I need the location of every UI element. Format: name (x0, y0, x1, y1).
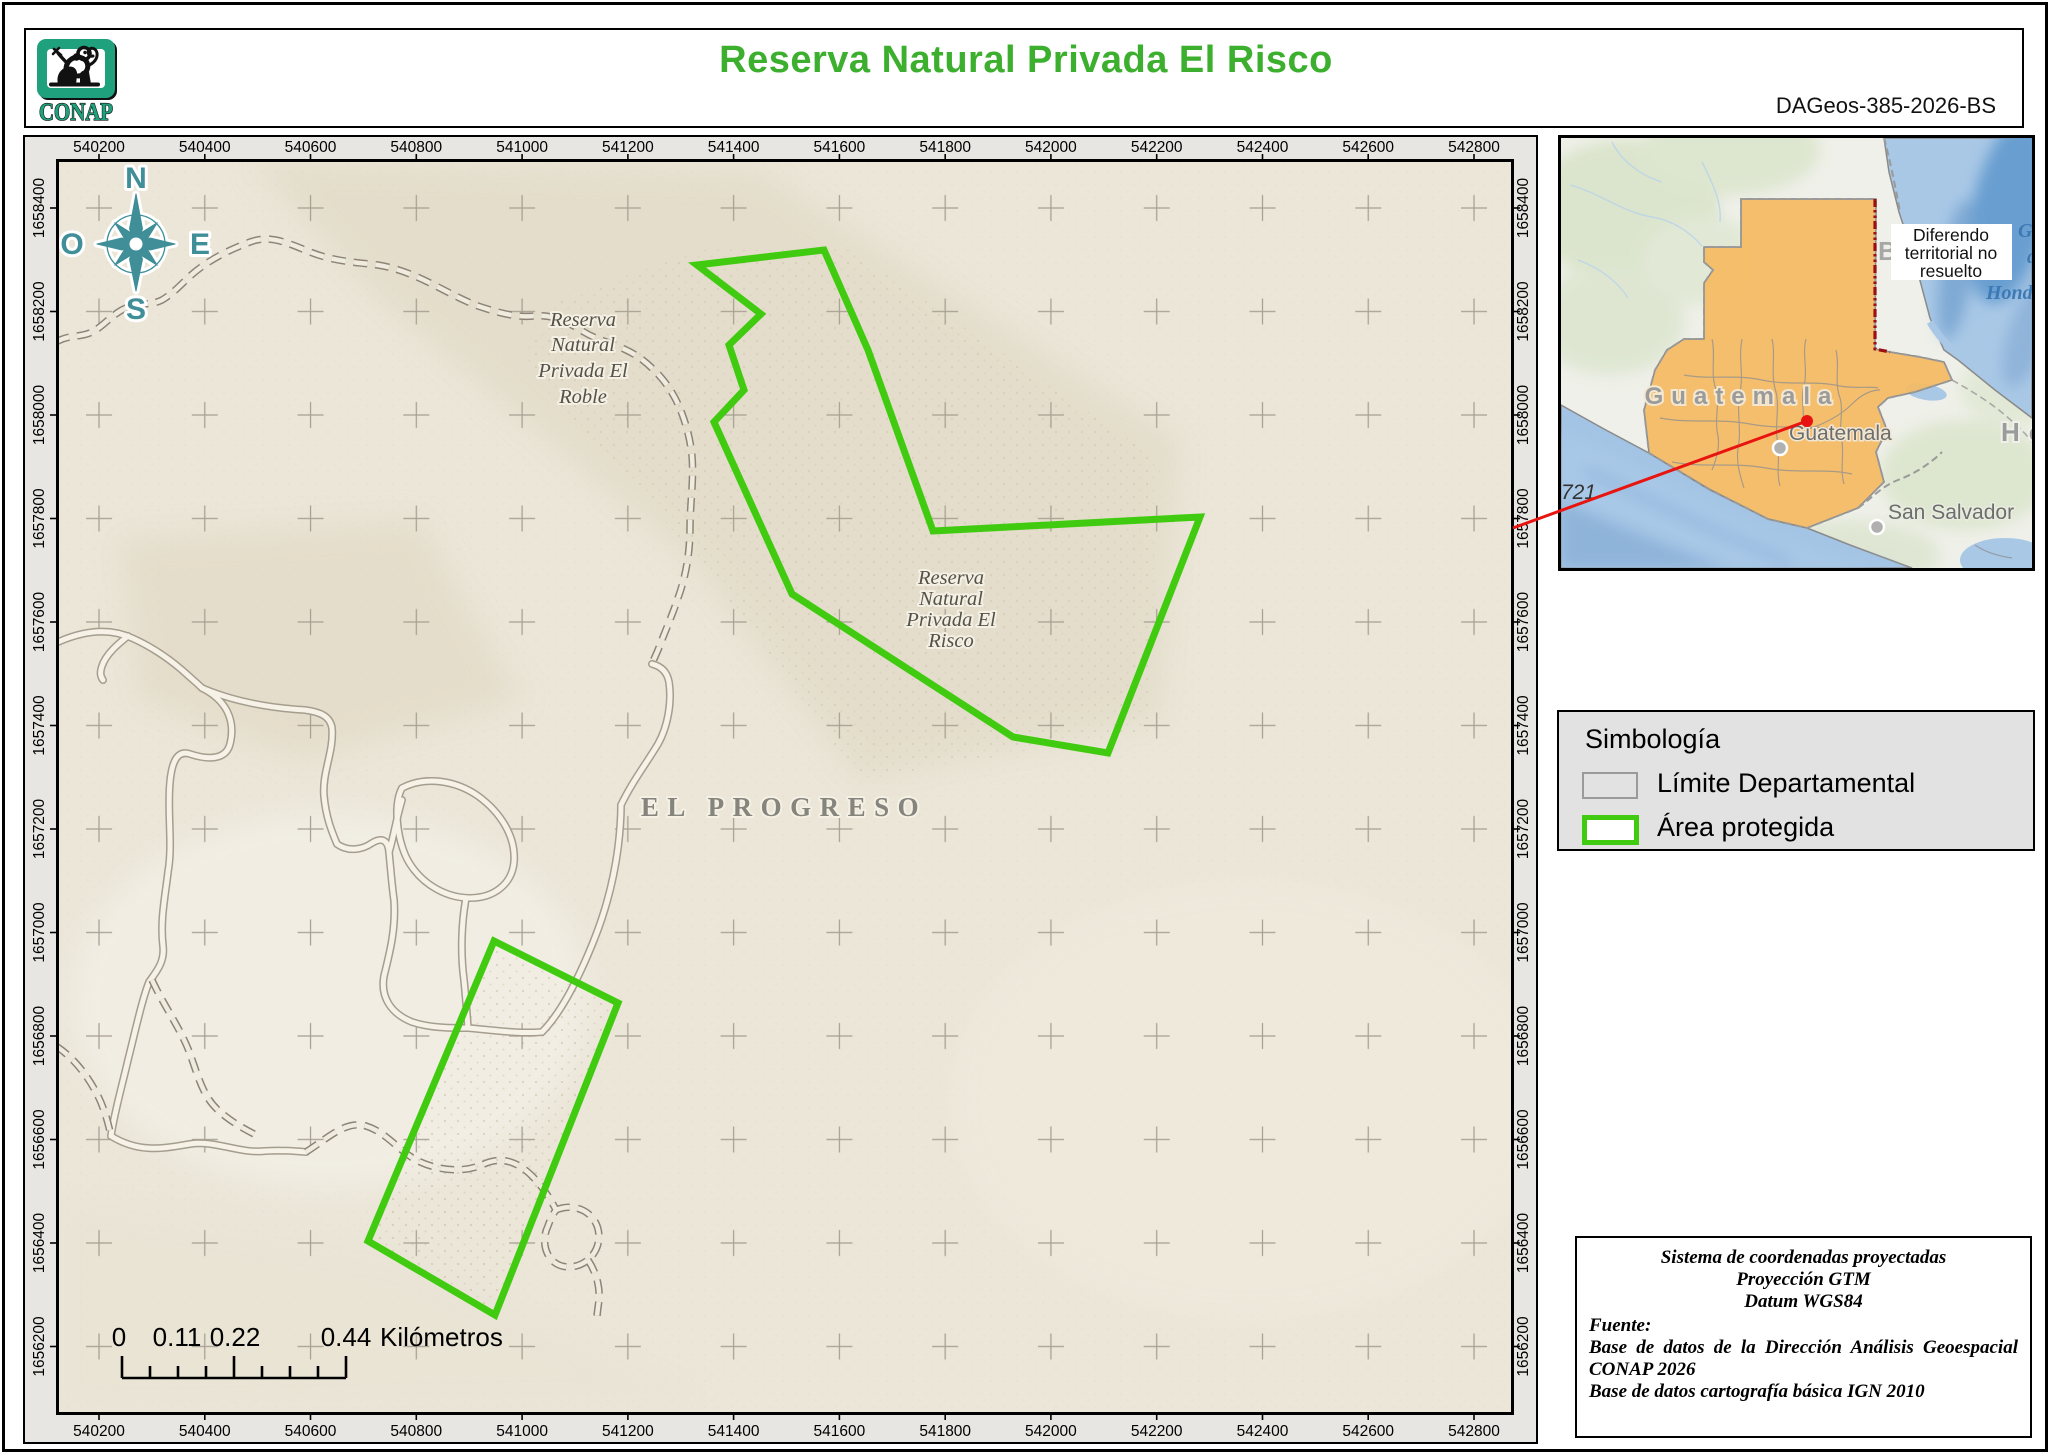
svg-text:Reserva: Reserva (917, 567, 984, 589)
svg-text:540800: 540800 (390, 1423, 442, 1440)
svg-text:540200: 540200 (73, 1423, 125, 1440)
svg-text:540600: 540600 (285, 139, 337, 156)
svg-text:540800: 540800 (390, 139, 442, 156)
svg-text:Risco: Risco (927, 630, 974, 652)
svg-text:1657600: 1657600 (31, 591, 48, 652)
svg-text:540200: 540200 (73, 139, 125, 156)
svg-text:542000: 542000 (1025, 1423, 1077, 1440)
svg-text:Hond: Hond (1985, 282, 2034, 304)
svg-text:542200: 542200 (1131, 1423, 1183, 1440)
svg-text:resuelto: resuelto (1920, 261, 1982, 281)
svg-text:N: N (125, 162, 147, 195)
svg-text:0.44: 0.44 (321, 1322, 372, 1352)
svg-text:542800: 542800 (1448, 139, 1500, 156)
svg-text:541000: 541000 (496, 1423, 548, 1440)
svg-text:1656400: 1656400 (31, 1212, 48, 1273)
svg-text:1657000: 1657000 (31, 902, 48, 963)
svg-text:1658200: 1658200 (31, 281, 48, 342)
svg-text:Privada El: Privada El (905, 609, 996, 631)
svg-text:1657200: 1657200 (31, 798, 48, 859)
svg-text:540400: 540400 (179, 1423, 231, 1440)
svg-text:1657400: 1657400 (31, 695, 48, 756)
svg-text:EL PROGRESO: EL PROGRESO (641, 792, 927, 822)
svg-text:0: 0 (112, 1322, 126, 1352)
svg-text:1656800: 1656800 (31, 1005, 48, 1066)
svg-text:E: E (190, 228, 210, 261)
svg-text:542000: 542000 (1025, 139, 1077, 156)
svg-text:Roble: Roble (558, 386, 607, 408)
svg-text:541200: 541200 (602, 139, 654, 156)
svg-text:541800: 541800 (919, 1423, 971, 1440)
svg-text:1658400: 1658400 (31, 177, 48, 238)
svg-text:Natural: Natural (918, 588, 983, 610)
svg-text:1656200: 1656200 (31, 1316, 48, 1377)
svg-text:Kilómetros: Kilómetros (380, 1322, 503, 1352)
svg-text:CONAP: CONAP (39, 99, 113, 126)
svg-text:Natural: Natural (550, 334, 615, 356)
svg-text:540400: 540400 (179, 139, 231, 156)
svg-text:0.11: 0.11 (153, 1322, 202, 1352)
svg-text:542600: 542600 (1342, 1423, 1394, 1440)
svg-text:541000: 541000 (496, 139, 548, 156)
svg-text:San Salvador: San Salvador (1888, 501, 2014, 524)
svg-text:542600: 542600 (1342, 139, 1394, 156)
svg-text:Guatemala: Guatemala (1645, 383, 1840, 410)
svg-text:542400: 542400 (1237, 139, 1289, 156)
svg-text:S: S (126, 293, 146, 326)
svg-text:542200: 542200 (1131, 139, 1183, 156)
svg-text:542800: 542800 (1448, 1423, 1500, 1440)
svg-text:541600: 541600 (814, 1423, 866, 1440)
svg-text:1658000: 1658000 (31, 384, 48, 445)
svg-text:541800: 541800 (919, 139, 971, 156)
svg-text:541400: 541400 (708, 1423, 760, 1440)
svg-text:Privada El: Privada El (537, 360, 628, 382)
svg-text:Diferendo: Diferendo (1913, 225, 1989, 245)
svg-text:territorial no: territorial no (1905, 243, 1997, 263)
svg-text:Ho: Ho (2001, 417, 2048, 447)
svg-text:541200: 541200 (602, 1423, 654, 1440)
svg-text:Reserva: Reserva (549, 309, 616, 331)
svg-text:541600: 541600 (814, 139, 866, 156)
svg-text:1657800: 1657800 (31, 488, 48, 549)
svg-text:542400: 542400 (1237, 1423, 1289, 1440)
svg-text:O: O (60, 228, 83, 261)
svg-text:0.22: 0.22 (210, 1322, 261, 1352)
svg-text:Gu: Gu (2018, 220, 2044, 242)
svg-text:541400: 541400 (708, 139, 760, 156)
svg-text:540600: 540600 (285, 1423, 337, 1440)
svg-text:1656600: 1656600 (31, 1109, 48, 1170)
